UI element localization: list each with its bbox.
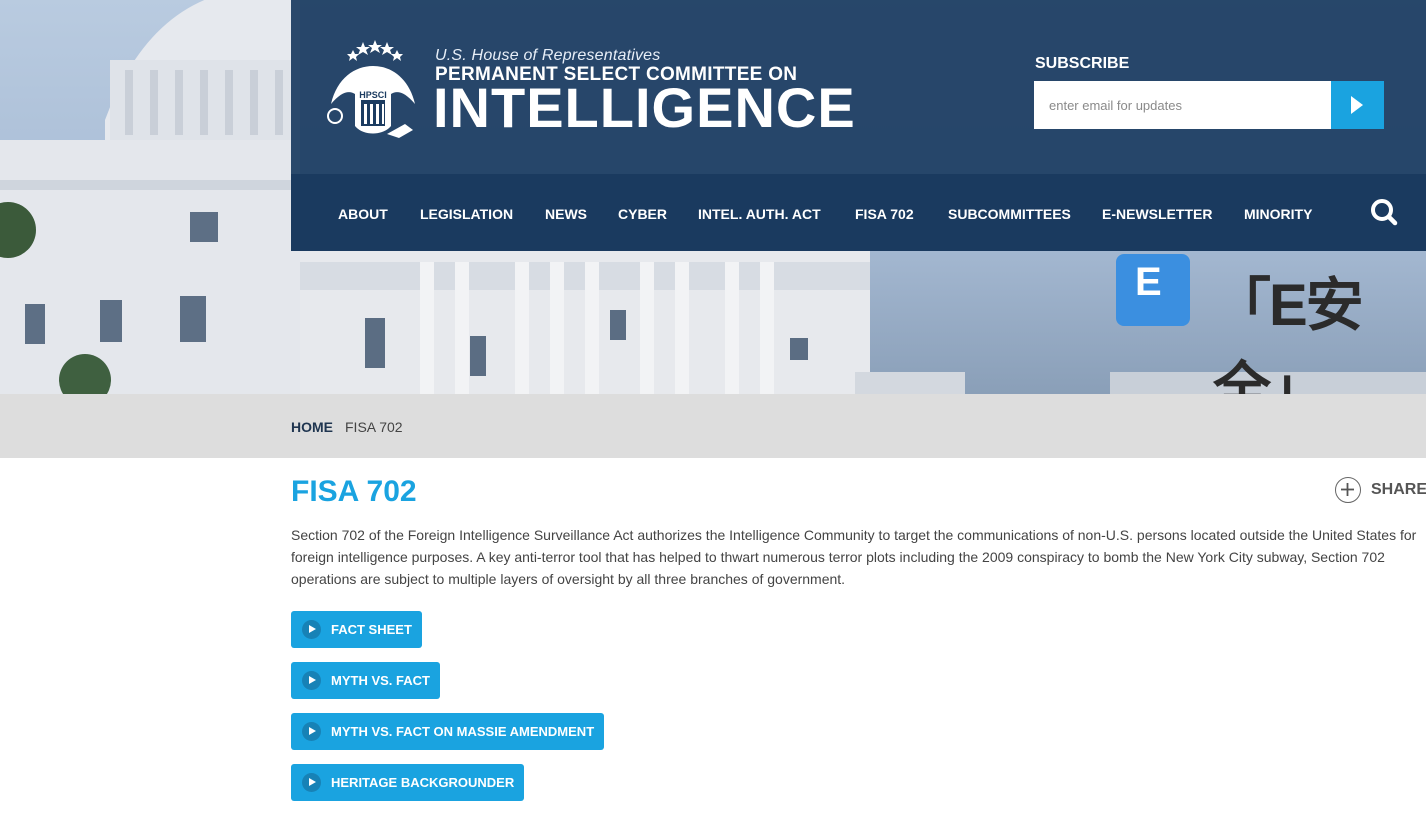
breadcrumb-home-link[interactable]: HOME <box>291 419 333 435</box>
doc-button-label: FACT SHEET <box>331 622 412 637</box>
nav-item-about[interactable]: ABOUT <box>338 206 388 222</box>
play-arrow-icon <box>1351 96 1363 114</box>
play-arrow-icon <box>302 671 321 690</box>
share-label: SHARE <box>1371 481 1426 498</box>
house-line: U.S. House of Representatives <box>435 47 661 64</box>
intelligence-title[interactable]: INTELLIGENCE <box>433 78 856 138</box>
subscribe-label: SUBSCRIBE <box>1035 55 1130 72</box>
fact-sheet-button[interactable]: FACT SHEET <box>291 611 422 648</box>
myth-vs-fact-massie-button[interactable]: MYTH VS. FACT ON MASSIE AMENDMENT <box>291 713 605 750</box>
subscribe-email-input[interactable] <box>1034 81 1331 129</box>
nav-item-legislation[interactable]: LEGISLATION <box>420 206 513 222</box>
hpsci-seal-icon[interactable]: HPSCI <box>325 38 421 146</box>
heritage-backgrounder-button[interactable]: HERITAGE BACKGROUNDER <box>291 764 525 801</box>
search-icon[interactable] <box>1370 198 1398 226</box>
intro-paragraph: Section 702 of the Foreign Intelligence … <box>291 527 1417 587</box>
nav-item-intel-auth-act[interactable]: INTEL. AUTH. ACT <box>698 206 821 222</box>
doc-button-label: MYTH VS. FACT ON MASSIE AMENDMENT <box>331 724 595 739</box>
nav-item-e-newsletter[interactable]: E-NEWSLETTER <box>1102 206 1212 222</box>
play-arrow-icon <box>302 620 321 639</box>
seal-text: HPSCI <box>359 90 387 100</box>
doc-button-label: HERITAGE BACKGROUNDER <box>331 775 515 790</box>
breadcrumb-band <box>0 394 1426 458</box>
subscribe-submit-button[interactable] <box>1331 81 1384 129</box>
myth-vs-fact-button[interactable]: MYTH VS. FACT <box>291 662 440 699</box>
play-arrow-icon <box>302 722 321 741</box>
nav-item-cyber[interactable]: CYBER <box>618 206 667 222</box>
page-title: FISA 702 <box>291 475 417 508</box>
watermark-badge-letter: E <box>1135 260 1162 304</box>
nav-item-fisa-702[interactable]: FISA 702 <box>855 206 914 222</box>
plus-icon <box>1335 477 1361 503</box>
nav-item-news[interactable]: NEWS <box>545 206 587 222</box>
nav-item-minority[interactable]: MINORITY <box>1244 206 1312 222</box>
play-arrow-icon <box>302 773 321 792</box>
breadcrumb-current: FISA 702 <box>345 419 403 435</box>
doc-button-label: MYTH VS. FACT <box>331 673 430 688</box>
nav-item-subcommittees[interactable]: SUBCOMMITTEES <box>948 206 1071 222</box>
